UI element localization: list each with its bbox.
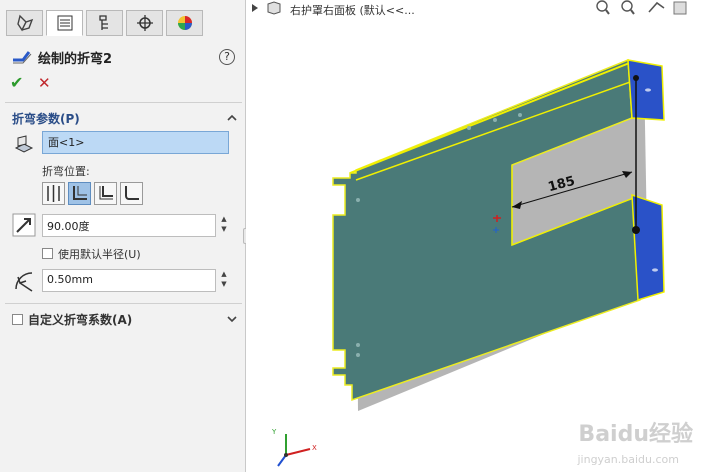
sheet-metal-face [332, 58, 641, 402]
divider [5, 102, 242, 103]
model-viewport[interactable] [246, 0, 705, 472]
property-list-icon [57, 15, 72, 31]
feature-tree-icon [16, 14, 33, 32]
ok-button[interactable]: ✔ [10, 73, 23, 92]
material-outside-button[interactable] [94, 182, 117, 205]
configuration-icon [98, 15, 108, 30]
bend-outside-button[interactable] [120, 182, 143, 205]
use-default-radius-checkbox[interactable] [42, 248, 53, 259]
chevron-down-icon[interactable] [227, 314, 237, 324]
angle-spinner-arrows[interactable]: ▲ ▼ [218, 214, 230, 237]
baidu-watermark: Baidu经验 [578, 422, 693, 447]
bend-centerline-button[interactable] [42, 182, 65, 205]
fixed-face-field[interactable]: 面<1> [42, 131, 229, 154]
use-default-radius-label: 使用默认半径(U) [58, 248, 141, 261]
watermark-url: jingyan.baidu.com [577, 453, 679, 466]
axis-x-label: X [312, 444, 317, 452]
property-manager-panel: 绘制的折弯2 ? ✔ ✕ 折弯参数(P) 面<1> 折弯位置: 90.00度 ▲… [0, 0, 246, 472]
radius-spinner-arrows[interactable]: ▲ ▼ [218, 269, 230, 292]
cancel-button[interactable]: ✕ [38, 74, 51, 92]
help-icon[interactable]: ? [219, 49, 235, 65]
bend-angle-input[interactable]: 90.00度 [42, 214, 216, 237]
bend-position-label: 折弯位置: [42, 165, 90, 178]
graphics-area[interactable]: 右护罩右面板 (默认<<... 185 Y X Baidu经验 jingyan.… [246, 0, 705, 472]
material-inside-button[interactable] [68, 182, 91, 205]
custom-bend-allowance-checkbox[interactable] [12, 314, 23, 325]
triad-icon [277, 434, 311, 467]
sketched-bend-icon [13, 51, 32, 64]
divider [5, 303, 242, 304]
bend-radius-icon [15, 272, 33, 292]
tab-dimxpert-manager[interactable] [126, 10, 163, 36]
custom-bend-allowance-label[interactable]: 自定义折弯系数(A) [28, 311, 132, 328]
appearance-pie-icon [177, 16, 192, 30]
bend-radius-input[interactable]: 0.50mm [42, 269, 216, 292]
tab-configuration-manager[interactable] [86, 10, 123, 36]
material-outside-icon [99, 186, 113, 200]
fixed-face-icon [14, 135, 34, 153]
bend-centerline-icon [47, 185, 60, 202]
bend-outside-icon [125, 186, 139, 200]
material-inside-icon [73, 186, 87, 200]
tab-feature-manager[interactable] [6, 10, 43, 36]
bend-parameters-title[interactable]: 折弯参数(P) [12, 110, 80, 127]
axis-y-label: Y [272, 428, 277, 436]
bend-angle-icon [12, 213, 36, 237]
manager-tabs [0, 0, 245, 38]
crosshair-icon [136, 15, 153, 31]
feature-title: 绘制的折弯2 [38, 52, 113, 67]
lower-flange [631, 193, 665, 301]
tab-property-manager[interactable] [46, 10, 83, 36]
chevron-up-icon[interactable] [227, 113, 237, 123]
tab-display-manager[interactable] [166, 10, 203, 36]
